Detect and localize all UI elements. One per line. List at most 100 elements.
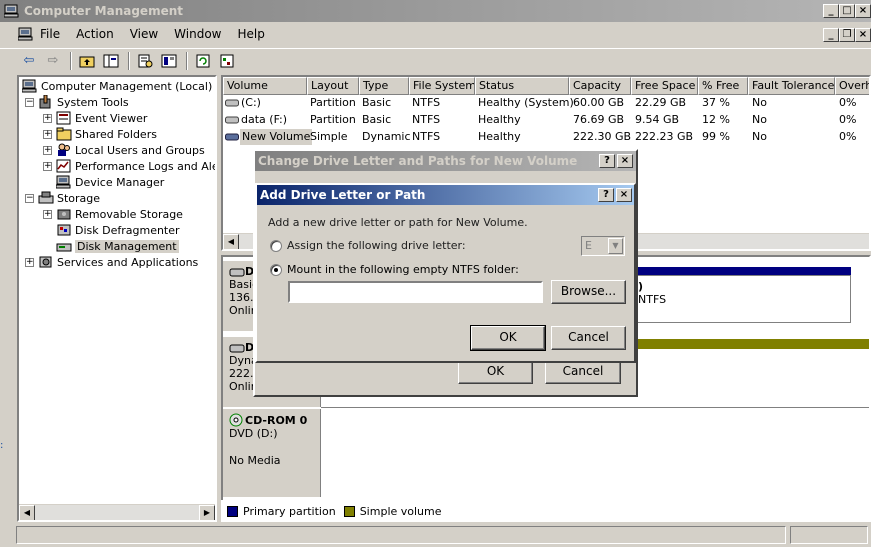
menu-window[interactable]: Window	[174, 27, 221, 41]
tree-item-local-users[interactable]: + Local Users and Groups	[43, 142, 205, 158]
mmc-icon[interactable]	[18, 26, 34, 42]
tree-item-removable-storage[interactable]: + Removable Storage	[43, 206, 183, 222]
window-titlebar[interactable]: Computer Management	[0, 0, 871, 22]
column-header[interactable]: Volume	[223, 77, 307, 95]
column-header[interactable]: Free Space	[631, 77, 698, 95]
window-title: Computer Management	[24, 4, 183, 18]
tree-item-root[interactable]: Computer Management (Local)	[22, 78, 212, 94]
help-button[interactable]: ?	[599, 154, 615, 168]
cell-overhead: 0%	[839, 130, 857, 143]
cell-type: Basic	[362, 113, 392, 126]
tree-item-shared-folders[interactable]: + Shared Folders	[43, 126, 157, 142]
help-icon[interactable]	[158, 51, 180, 71]
expand-icon[interactable]: +	[43, 145, 52, 155]
tree-item-system-tools[interactable]: − System Tools	[25, 94, 129, 110]
assign-letter-radio[interactable]	[270, 240, 282, 252]
ok-button[interactable]: OK	[458, 360, 533, 384]
dialog-titlebar[interactable]: Add Drive Letter or Path	[257, 185, 634, 205]
toolbar-separator	[186, 51, 188, 70]
tree-item-event-viewer[interactable]: + Event Viewer	[43, 110, 147, 126]
column-header[interactable]: Capacity	[569, 77, 631, 95]
users-icon	[58, 143, 70, 156]
tree-item-services-apps[interactable]: + Services and Applications	[25, 254, 198, 270]
export-list-icon[interactable]	[216, 51, 238, 71]
cell-type: Basic	[362, 96, 392, 109]
add-drive-letter-dialog: Add Drive Letter or Path ? × Add a new d…	[255, 183, 636, 363]
tree-label: Local Users and Groups	[75, 143, 205, 157]
column-header[interactable]: Fault Tolerance	[748, 77, 835, 95]
cell-volume: New Volume	[240, 129, 313, 145]
column-header[interactable]: Layout	[307, 77, 359, 95]
close-button[interactable]: ×	[617, 154, 633, 168]
column-header[interactable]: Status	[475, 77, 569, 95]
expand-icon[interactable]: +	[43, 209, 52, 219]
tree-label: Storage	[57, 191, 101, 205]
dialog-titlebar[interactable]: Change Drive Letter and Paths for New Vo…	[255, 151, 636, 171]
cell-fs: NTFS	[412, 96, 441, 109]
tree-label: Computer Management (Local)	[41, 79, 213, 93]
close-button[interactable]: ×	[855, 4, 871, 18]
scroll-right-icon[interactable]: ▶	[199, 505, 215, 520]
cdrom-label[interactable]: CD-ROM 0 DVD (D:) No Media	[223, 409, 321, 497]
forward-arrow-icon[interactable]: ⇨	[42, 51, 64, 71]
minimize-button[interactable]: _	[823, 4, 839, 18]
expand-icon[interactable]: +	[43, 161, 52, 171]
mount-folder-radio[interactable]	[270, 264, 282, 276]
collapse-icon[interactable]: −	[25, 97, 34, 107]
cell-free: 222.23 GB	[635, 130, 694, 143]
menu-view[interactable]: View	[130, 27, 158, 41]
chevron-down-icon[interactable]: ▼	[608, 238, 623, 254]
child-close-button[interactable]: ×	[855, 28, 871, 42]
tree-item-storage[interactable]: − Storage	[25, 190, 100, 206]
column-header[interactable]: Type	[359, 77, 409, 95]
folder-path-input[interactable]	[288, 281, 543, 303]
expand-icon[interactable]: +	[43, 129, 52, 139]
tree-item-device-manager[interactable]: Device Manager	[56, 174, 164, 190]
computer-icon	[22, 79, 37, 93]
show-hide-tree-icon[interactable]	[100, 51, 122, 71]
cell-overhead: 0%	[839, 96, 857, 109]
browse-button[interactable]: Browse...	[551, 280, 626, 304]
tree-item-disk-defrag[interactable]: Disk Defragmenter	[56, 222, 180, 238]
tools-icon	[39, 95, 51, 109]
tree-label: Performance Logs and Alerts	[75, 159, 217, 173]
child-restore-button[interactable]: ❐	[839, 28, 855, 42]
expand-icon[interactable]: +	[25, 257, 34, 267]
help-button[interactable]: ?	[598, 188, 614, 202]
column-header[interactable]: Overhe	[835, 77, 869, 95]
column-header[interactable]: File System	[409, 77, 475, 95]
cancel-button[interactable]: Cancel	[545, 360, 621, 384]
drive-letter-select[interactable]: E ▼	[581, 236, 625, 256]
cell-capacity: 76.69 GB	[573, 113, 625, 126]
assign-letter-label[interactable]: Assign the following drive letter:	[287, 239, 466, 252]
cell-volume: data (F:)	[241, 113, 288, 126]
menu-action[interactable]: Action	[76, 27, 114, 41]
disk-name: CD-ROM 0	[245, 413, 308, 427]
cancel-button[interactable]: Cancel	[551, 326, 626, 350]
cell-status: Healthy	[478, 113, 521, 126]
column-header[interactable]: % Free	[698, 77, 748, 95]
maximize-button[interactable]: □	[839, 4, 855, 18]
drive-icon	[225, 116, 239, 124]
close-button[interactable]: ×	[616, 188, 632, 202]
toolbar-separator	[70, 51, 72, 70]
tree-item-disk-management[interactable]: Disk Management	[56, 238, 179, 254]
tree-item-perf-logs[interactable]: + Performance Logs and Alerts	[43, 158, 217, 174]
menu-file[interactable]: File	[40, 27, 60, 41]
mount-folder-label[interactable]: Mount in the following empty NTFS folder…	[287, 263, 519, 276]
ok-button[interactable]: OK	[470, 325, 546, 351]
menu-help[interactable]: Help	[238, 27, 265, 41]
properties-icon[interactable]	[134, 51, 156, 71]
drive-letter-value: E	[585, 239, 592, 252]
partition-block[interactable]: ) NTFS	[633, 275, 851, 323]
back-arrow-icon[interactable]: ⇦	[18, 51, 40, 71]
refresh-icon[interactable]	[192, 51, 214, 71]
collapse-icon[interactable]: −	[25, 193, 34, 203]
tree-horizontal-scrollbar[interactable]: ◀ ▶	[19, 504, 215, 520]
scroll-left-icon[interactable]: ◀	[19, 505, 35, 520]
child-minimize-button[interactable]: _	[823, 28, 839, 42]
scroll-left-icon[interactable]: ◀	[223, 234, 239, 249]
menu-bar: File Action View Window Help	[0, 24, 871, 44]
up-folder-icon[interactable]	[76, 51, 98, 71]
expand-icon[interactable]: +	[43, 113, 52, 123]
